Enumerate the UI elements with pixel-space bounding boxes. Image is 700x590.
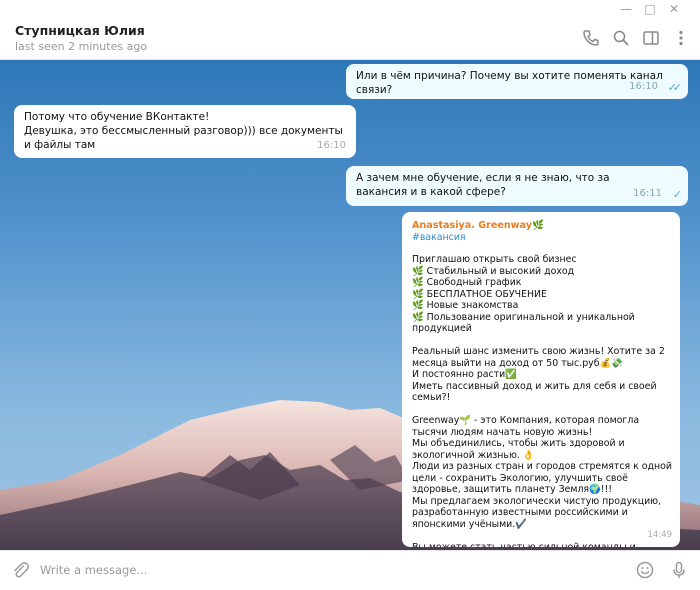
window-titlebar: — □ ✕ (0, 0, 700, 18)
contact-name[interactable]: Ступницкая Юлия (15, 23, 145, 38)
message-text: Потому что обучение ВКонтакте! Девушка, … (24, 111, 343, 151)
microphone-icon[interactable] (668, 559, 690, 581)
more-icon[interactable] (670, 27, 692, 49)
forwarded-text: Приглашаю открыть свой бизнес 🌿 Стабильн… (412, 254, 672, 547)
message-input[interactable] (40, 559, 620, 581)
maximize-icon[interactable]: □ (640, 1, 660, 17)
message-text: А зачем мне обучение, если я не знаю, чт… (356, 172, 613, 198)
check-icon: ✓ (672, 188, 682, 201)
double-check-icon: ✓✓ (667, 81, 683, 94)
hashtag-link[interactable]: #вакансия (412, 232, 466, 244)
minimize-icon[interactable]: — (616, 1, 636, 17)
chat-header: Ступницкая Юлия last seen 2 minutes ago (0, 18, 700, 60)
emoji-icon[interactable] (634, 559, 656, 581)
forwarded-message[interactable]: Anastasiya. Greenway🌿 #вакансия Приглаша… (402, 212, 680, 547)
close-icon[interactable]: ✕ (664, 1, 684, 17)
contact-status: last seen 2 minutes ago (15, 40, 148, 53)
phone-icon[interactable] (580, 27, 602, 49)
message-time: 14:49 (647, 529, 673, 540)
attach-icon[interactable] (9, 559, 31, 581)
message-outgoing[interactable]: Или в чём причина? Почему вы хотите поме… (346, 64, 688, 99)
chat-area[interactable]: Или в чём причина? Почему вы хотите поме… (0, 60, 700, 550)
message-outgoing[interactable]: А зачем мне обучение, если я не знаю, чт… (346, 166, 688, 206)
message-time: 16:11 (633, 188, 662, 199)
sidebar-toggle-icon[interactable] (640, 27, 662, 49)
message-composer (0, 550, 700, 590)
message-incoming[interactable]: Потому что обучение ВКонтакте! Девушка, … (14, 105, 356, 158)
search-icon[interactable] (610, 27, 632, 49)
message-time: 16:10 (629, 81, 658, 92)
forwarded-sender[interactable]: Anastasiya. Greenway🌿 (412, 220, 544, 232)
message-time: 16:10 (317, 140, 346, 151)
